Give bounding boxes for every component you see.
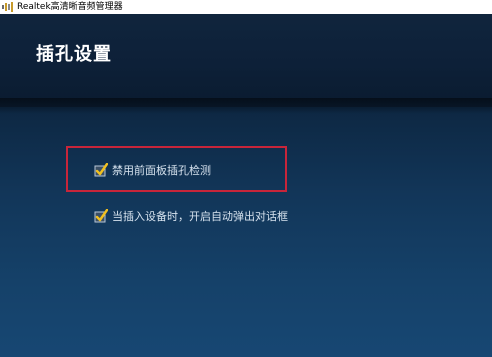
option-label: 禁用前面板插孔检测	[112, 164, 211, 177]
speaker-icon	[2, 2, 13, 12]
window-titlebar[interactable]: Realtek高清晰音频管理器	[0, 0, 492, 14]
content-panel	[0, 107, 492, 357]
option-auto-popup-on-device-insert[interactable]: 当插入设备时，开启自动弹出对话框	[94, 208, 288, 224]
checkbox-checked-icon[interactable]	[94, 209, 108, 223]
header-divider-shadow	[0, 98, 492, 114]
realtek-audio-manager-window: Realtek高清晰音频管理器 插孔设置 禁用前面板插孔检测 当插入设备时，开启…	[0, 0, 492, 357]
window-title: Realtek高清晰音频管理器	[17, 2, 123, 12]
checkbox-checked-icon[interactable]	[94, 163, 108, 177]
page-title: 插孔设置	[36, 44, 112, 65]
option-disable-front-panel-jack-detection[interactable]: 禁用前面板插孔检测	[94, 162, 211, 178]
option-label: 当插入设备时，开启自动弹出对话框	[112, 210, 288, 223]
